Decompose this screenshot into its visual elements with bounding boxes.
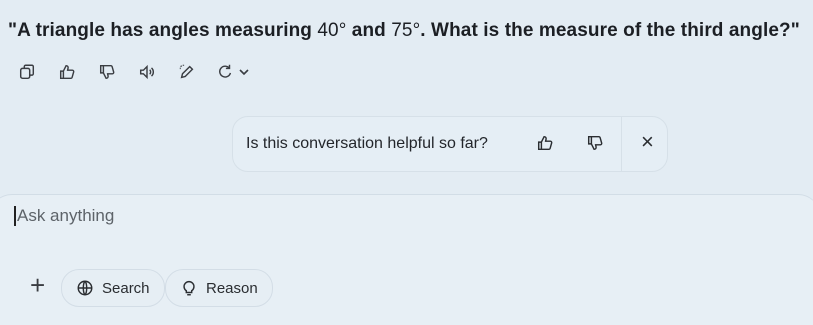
input-placeholder: Ask anything: [17, 206, 115, 225]
feedback-prompt: Is this conversation helpful so far?: [246, 135, 488, 152]
feedback-thumbs-down-icon[interactable]: [585, 133, 605, 153]
reason-label: Reason: [206, 279, 258, 297]
copy-icon[interactable]: [16, 61, 38, 83]
close-icon[interactable]: ×: [641, 131, 654, 153]
read-aloud-icon[interactable]: [136, 61, 158, 83]
text-caret: [14, 206, 16, 226]
question-text-part1: "A triangle has angles measuring: [8, 20, 318, 41]
add-attachment-button[interactable]: +: [30, 272, 45, 298]
question-text-part3: . What is the measure of the third angle…: [420, 20, 800, 41]
lightbulb-icon: [183, 280, 195, 296]
question-angle-1: 40°: [317, 20, 347, 41]
regenerate-icon[interactable]: [216, 61, 250, 83]
message-input[interactable]: Ask anything: [14, 206, 114, 226]
feedback-card: Is this conversation helpful so far? ×: [232, 116, 668, 172]
question-text-part2: and: [346, 20, 392, 41]
message-actions: [16, 60, 250, 84]
search-button[interactable]: Search: [61, 269, 165, 307]
feedback-divider: [621, 117, 622, 171]
thumbs-up-icon[interactable]: [56, 61, 78, 83]
edit-icon[interactable]: [176, 61, 198, 83]
feedback-thumbs-up-icon[interactable]: [535, 133, 555, 153]
chevron-down-icon: [239, 69, 249, 76]
thumbs-down-icon[interactable]: [96, 61, 118, 83]
question-angle-2: 75°: [391, 20, 421, 41]
user-question: "A triangle has angles measuring 40° and…: [8, 20, 808, 42]
reason-button[interactable]: Reason: [165, 269, 273, 307]
globe-icon: [77, 280, 93, 296]
search-label: Search: [102, 279, 150, 297]
